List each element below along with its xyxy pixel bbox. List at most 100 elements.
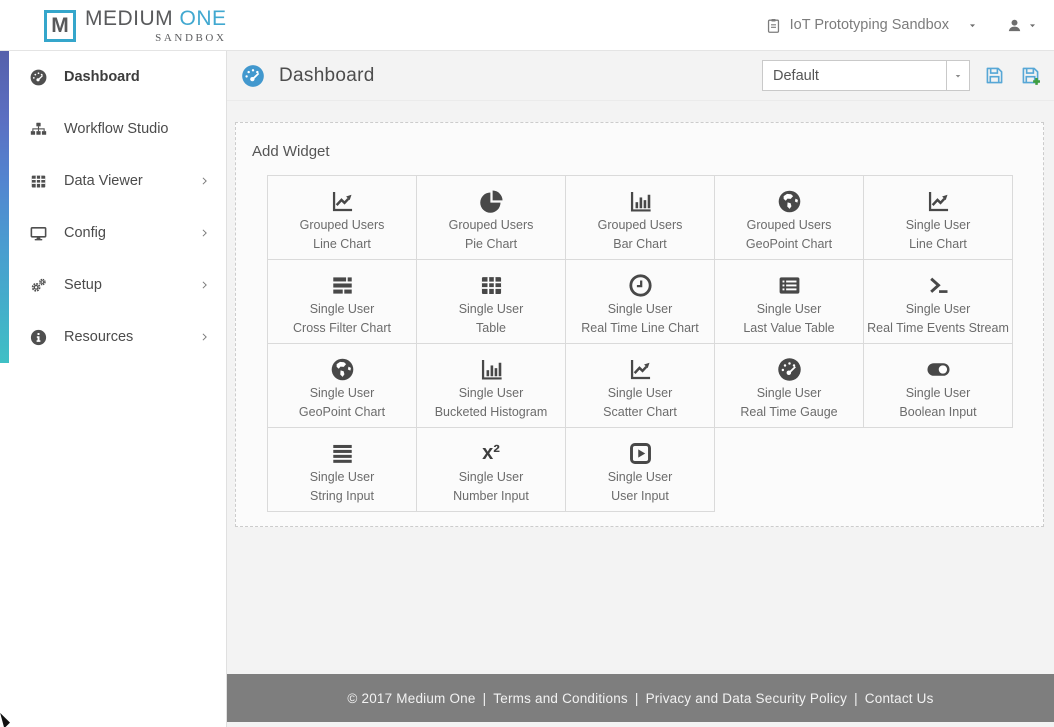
table-icon <box>417 270 565 300</box>
bottom-strip <box>227 722 1054 727</box>
widget-type: Real Time Line Chart <box>581 321 699 335</box>
widget-user-type: Single User <box>458 470 524 484</box>
caret-down-icon <box>967 20 978 31</box>
widget-type: String Input <box>310 489 374 503</box>
globe-icon <box>715 186 863 216</box>
widget-user-type: Single User <box>309 302 375 316</box>
widget-add-single-user-line-chart[interactable]: Single User Line Chart <box>864 176 1013 260</box>
separator: | <box>854 690 858 706</box>
pie-chart-icon <box>417 186 565 216</box>
sidebar-item-dashboard[interactable]: Dashboard <box>0 51 226 103</box>
widget-user-type: Single User <box>458 302 524 316</box>
bar-chart-icon <box>417 354 565 384</box>
widget-user-type: Grouped Users <box>299 218 385 232</box>
sidebar-item-label: Config <box>64 225 106 241</box>
gauge-icon <box>240 63 266 89</box>
widget-type: Bucketed Histogram <box>434 405 548 419</box>
widget-add-grouped-users-pie-chart[interactable]: Grouped Users Pie Chart <box>417 176 566 260</box>
widget-add-grouped-users-geopoint-chart[interactable]: Grouped Users GeoPoint Chart <box>715 176 864 260</box>
widget-add-single-user-last-value-table[interactable]: Single User Last Value Table <box>715 260 864 344</box>
widget-add-single-user-string-input[interactable]: Single User String Input <box>268 428 417 512</box>
caret-down-icon <box>953 71 963 81</box>
widget-type: Last Value Table <box>743 321 835 335</box>
widget-user-type: Grouped Users <box>448 218 534 232</box>
save-dashboard-as-new-button[interactable] <box>1019 64 1042 87</box>
brand-name-primary: MEDIUM <box>85 6 180 30</box>
widget-user-type: Single User <box>905 218 971 232</box>
terminal-icon <box>864 270 1012 300</box>
widget-add-single-user-real-time-gauge[interactable]: Single User Real Time Gauge <box>715 344 864 428</box>
chevron-right-icon <box>199 228 210 239</box>
widget-type: Table <box>476 321 506 335</box>
add-widget-title: Add Widget <box>252 143 330 160</box>
widget-add-single-user-scatter-chart[interactable]: Single User Scatter Chart <box>566 344 715 428</box>
separator: | <box>482 690 487 706</box>
widget-user-type: Single User <box>607 386 673 400</box>
user-icon <box>1006 17 1023 34</box>
table-icon <box>29 172 48 191</box>
select-value: Default <box>773 67 819 84</box>
justify-icon <box>268 438 416 468</box>
toggle-icon <box>864 354 1012 384</box>
logo-text: MEDIUM ONE SANDBOX <box>85 7 227 44</box>
widget-add-single-user-real-time-events-stream[interactable]: Single User Real Time Events Stream <box>864 260 1013 344</box>
widget-type: Scatter Chart <box>603 405 677 419</box>
widget-add-single-user-table[interactable]: Single User Table <box>417 260 566 344</box>
widget-user-type: Grouped Users <box>597 218 683 232</box>
terms-link[interactable]: Terms and Conditions <box>493 691 628 706</box>
footer: © 2017 Medium One | Terms and Conditions… <box>227 674 1054 722</box>
widget-user-type: Single User <box>905 302 971 316</box>
widget-user-type: Single User <box>905 386 971 400</box>
widget-user-type: Single User <box>309 386 375 400</box>
widget-type: Boolean Input <box>899 405 977 419</box>
desktop-icon <box>29 224 48 243</box>
sandbox-selector[interactable]: IoT Prototyping Sandbox <box>765 17 978 34</box>
contact-link[interactable]: Contact Us <box>865 691 934 706</box>
save-dashboard-button[interactable] <box>983 64 1006 87</box>
page-title: Dashboard <box>279 64 375 86</box>
sidebar-item-setup[interactable]: Setup <box>0 259 226 311</box>
privacy-link[interactable]: Privacy and Data Security Policy <box>646 691 847 706</box>
widget-add-single-user-geopoint-chart[interactable]: Single User GeoPoint Chart <box>268 344 417 428</box>
widget-type: Real Time Events Stream <box>867 321 1009 335</box>
chevron-right-icon <box>199 176 210 187</box>
info-circle-icon <box>29 328 48 347</box>
caret-down-icon <box>1027 20 1038 31</box>
sidebar-item-label: Setup <box>64 277 102 293</box>
sidebar-item-data-viewer[interactable]: Data Viewer <box>0 155 226 207</box>
brand-name-accent: ONE <box>179 6 227 30</box>
logo-mark-icon: M <box>44 9 76 42</box>
widget-type: GeoPoint Chart <box>745 237 833 251</box>
sidebar-item-workflow-studio[interactable]: Workflow Studio <box>0 103 226 155</box>
top-bar: M MEDIUM ONE SANDBOX IoT Prototyping San… <box>0 0 1054 51</box>
brand-logo[interactable]: M MEDIUM ONE SANDBOX <box>44 7 227 44</box>
widget-user-type: Grouped Users <box>746 218 832 232</box>
widget-add-single-user-cross-filter-chart[interactable]: Single User Cross Filter Chart <box>268 260 417 344</box>
gauge-icon <box>29 68 48 87</box>
widget-add-single-user-user-input[interactable]: Single User User Input <box>566 428 715 512</box>
widget-type: User Input <box>611 489 669 503</box>
widget-type: Line Chart <box>909 237 967 251</box>
widget-add-single-user-bucketed-histogram[interactable]: Single User Bucketed Histogram <box>417 344 566 428</box>
sidebar-item-config[interactable]: Config <box>0 207 226 259</box>
widget-grid: Grouped Users Line Chart Grouped Users P… <box>267 175 1013 512</box>
topbar-right: IoT Prototyping Sandbox <box>765 17 1038 34</box>
widget-user-type: Single User <box>607 302 673 316</box>
app-shell: Dashboard Workflow Studio Data Viewer Co… <box>0 51 1054 727</box>
sidebar-item-resources[interactable]: Resources <box>0 311 226 363</box>
widget-add-single-user-real-time-line-chart[interactable]: Single User Real Time Line Chart <box>566 260 715 344</box>
sandbox-selector-label: IoT Prototyping Sandbox <box>789 17 949 33</box>
widget-type: Number Input <box>453 489 529 503</box>
widget-add-single-user-number-input[interactable]: x² Single User Number Input <box>417 428 566 512</box>
widget-add-grouped-users-line-chart[interactable]: Grouped Users Line Chart <box>268 176 417 260</box>
widget-user-type: Single User <box>756 386 822 400</box>
widget-user-type: Single User <box>458 386 524 400</box>
widget-add-single-user-boolean-input[interactable]: Single User Boolean Input <box>864 344 1013 428</box>
sidebar-item-label: Data Viewer <box>64 173 143 189</box>
sitemap-icon <box>29 120 48 139</box>
widget-add-grouped-users-bar-chart[interactable]: Grouped Users Bar Chart <box>566 176 715 260</box>
user-menu[interactable] <box>1006 17 1038 34</box>
cross-filter-icon <box>268 270 416 300</box>
dashboard-layout-select[interactable]: Default <box>762 60 970 91</box>
gears-icon <box>29 276 48 295</box>
